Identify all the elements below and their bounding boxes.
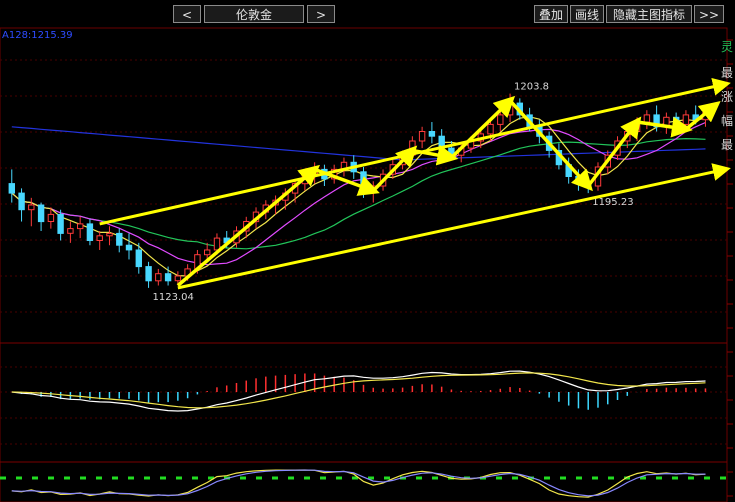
- hide-indicator-button[interactable]: 隐藏主图指标: [606, 5, 692, 23]
- swing-arrow: [684, 101, 721, 131]
- side-label-2: 涨: [720, 90, 733, 104]
- candle-body: [86, 223, 94, 241]
- candle-body: [18, 192, 25, 211]
- chart-frame: [0, 27, 728, 502]
- candle-body: [673, 116, 680, 125]
- candle-body: [418, 131, 426, 142]
- symbol-title[interactable]: 伦敦金: [204, 5, 304, 23]
- candle-body: [643, 114, 651, 123]
- candle-body: [116, 232, 123, 246]
- candle-body: [428, 131, 436, 137]
- candle-body: [164, 273, 172, 282]
- candle-body: [96, 235, 103, 242]
- ma-readout: A128:1215.39: [2, 30, 73, 41]
- ma-mid-line: [11, 121, 706, 266]
- candle-body: [213, 237, 221, 251]
- candle-body: [125, 244, 133, 251]
- candle-body: [682, 114, 690, 125]
- candle-body: [57, 213, 64, 234]
- candle-body: [47, 213, 55, 222]
- candle-body: [8, 183, 16, 194]
- candle-body: [174, 275, 182, 282]
- side-label-4: 最: [720, 138, 733, 152]
- swing-arrow: [450, 95, 516, 159]
- candle-body: [28, 204, 35, 211]
- candle-body: [155, 273, 162, 282]
- overlay-button[interactable]: 叠加: [534, 5, 568, 23]
- candle-body: [497, 114, 504, 125]
- chart-canvas: 1123.04 1203.8 1195.23: [0, 27, 733, 502]
- candle-body: [145, 266, 152, 282]
- swing-arrow: [176, 164, 320, 287]
- side-label-0: 灵: [720, 40, 733, 54]
- candle-body: [67, 228, 74, 234]
- candle-body: [106, 232, 113, 237]
- candle-body: [37, 204, 45, 223]
- candle-body: [135, 249, 143, 268]
- candle-body: [204, 249, 211, 256]
- draw-line-button[interactable]: 画线: [570, 5, 604, 23]
- candle-body: [487, 123, 494, 135]
- side-label-3: 幅: [720, 114, 733, 128]
- price-annotation-2: 1195.23: [592, 197, 633, 208]
- side-label-1: 最: [720, 66, 733, 80]
- price-annotation-0: 1123.04: [153, 292, 194, 303]
- candle-body: [77, 223, 84, 230]
- prev-symbol-button[interactable]: <: [173, 5, 201, 23]
- ma-long-line: [11, 137, 706, 250]
- price-annotation-1: 1203.8: [514, 82, 549, 93]
- next-symbol-button[interactable]: >: [307, 5, 335, 23]
- swing-arrow: [508, 99, 593, 192]
- more-button[interactable]: >>: [694, 5, 724, 23]
- macd-dif-line: [11, 370, 706, 412]
- kdj-d-line: [11, 469, 706, 497]
